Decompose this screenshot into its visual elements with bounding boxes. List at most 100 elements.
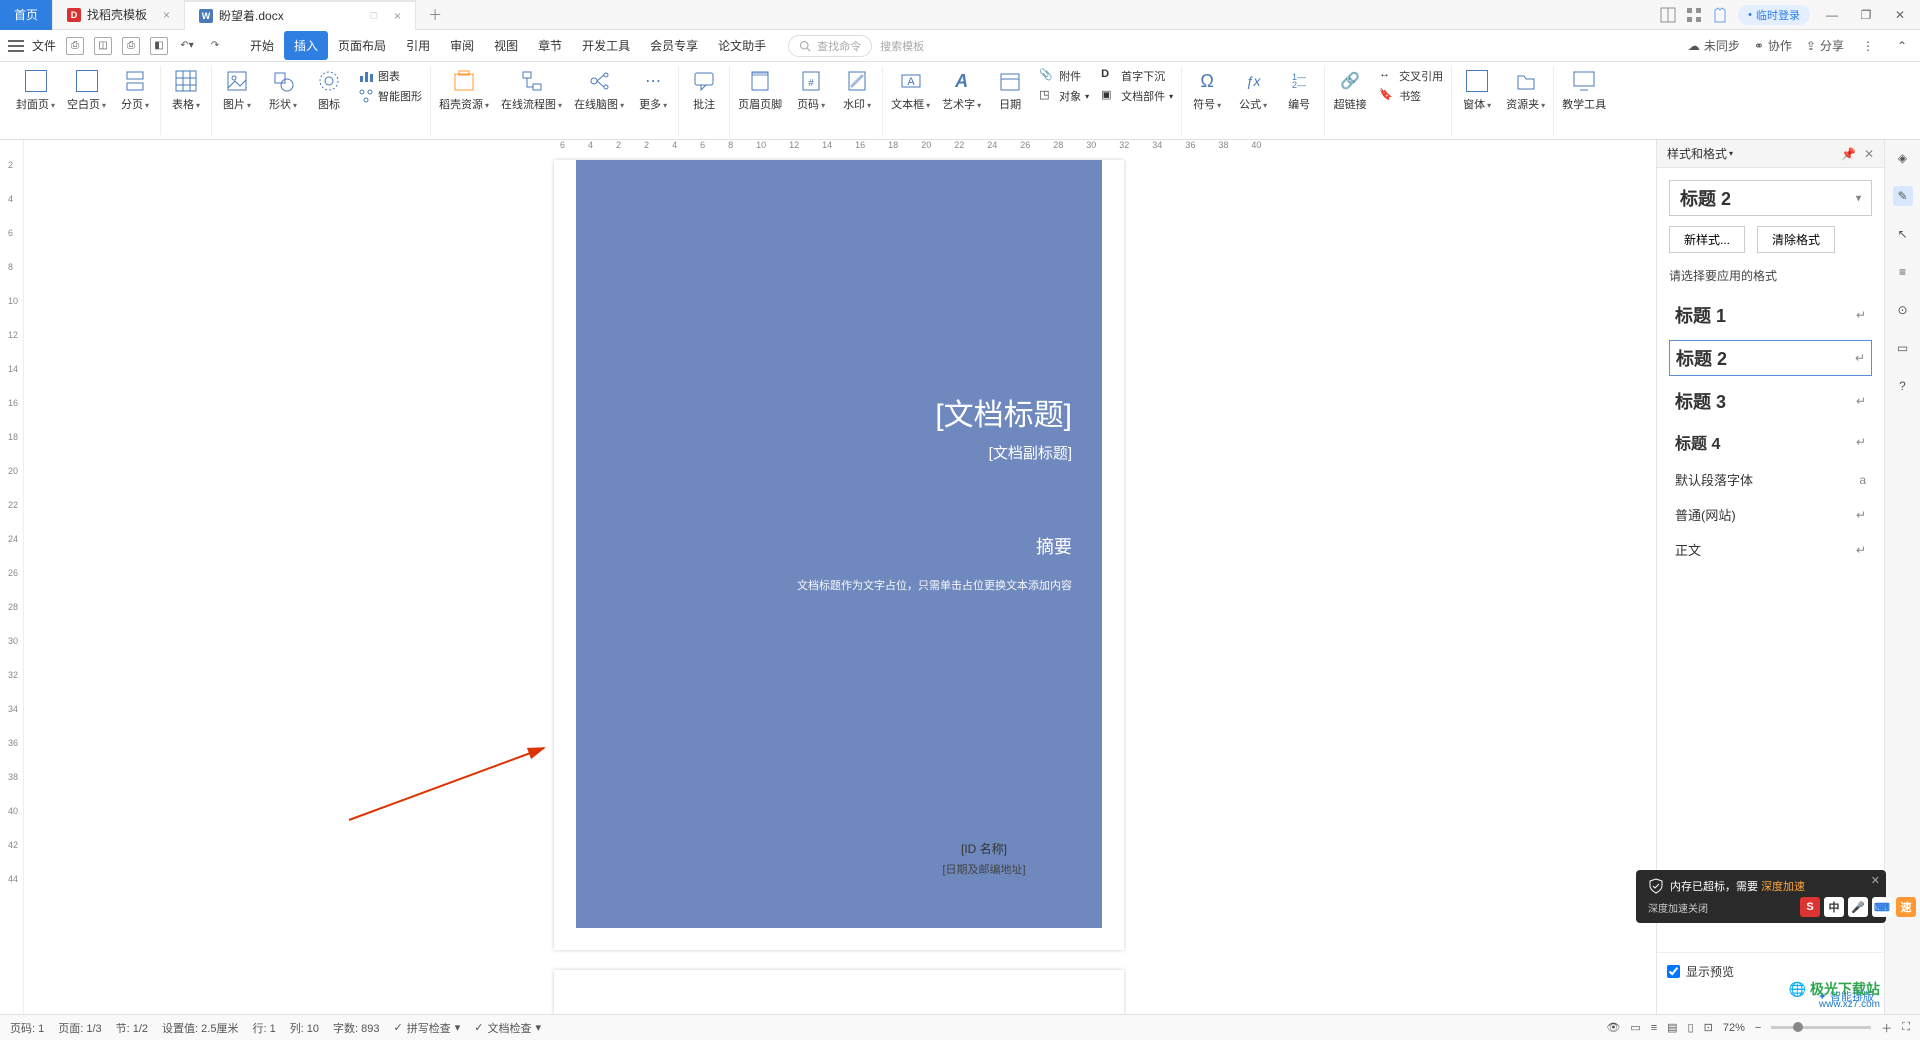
view-mode-icon[interactable]: 👁 (1606, 1021, 1620, 1034)
menu-tab-6[interactable]: 章节 (528, 31, 572, 60)
zoom-in-icon[interactable]: ＋ (1881, 1020, 1892, 1036)
asset-button[interactable]: 稻壳资源 (439, 68, 489, 112)
blank-page-button[interactable]: 空白页 (67, 68, 106, 112)
cover-title[interactable]: [文档标题] (935, 390, 1072, 434)
flowchart-button[interactable]: 在线流程图 (501, 68, 562, 112)
view-web-icon[interactable]: ≡ (1651, 1022, 1657, 1034)
toast-close-icon[interactable]: ✕ (1871, 874, 1880, 887)
menu-tab-9[interactable]: 论文助手 (708, 31, 776, 60)
menu-tab-5[interactable]: 视图 (484, 31, 528, 60)
skin-icon[interactable] (1712, 7, 1728, 23)
collapse-ribbon[interactable]: ⌃ (1892, 39, 1912, 53)
share-button[interactable]: ⇪ 分享 (1806, 37, 1844, 54)
style-item-6[interactable]: 正文↵ (1669, 536, 1872, 563)
resource-button[interactable]: 资源夹 (1506, 68, 1545, 112)
file-menu[interactable]: 文件 (32, 37, 56, 54)
cover-info[interactable]: [ID 名称] [日期及邮编地址] (884, 840, 1084, 877)
style-item-5[interactable]: 普通(网站)↵ (1669, 501, 1872, 528)
zoom-slider[interactable] (1771, 1026, 1871, 1029)
redo-icon[interactable]: ↷ (206, 37, 224, 55)
style-item-4[interactable]: 默认段落字体a (1669, 466, 1872, 493)
apps-icon[interactable] (1686, 7, 1702, 23)
abstract-heading[interactable]: 摘要 (1036, 533, 1072, 559)
minimize-button[interactable]: — (1820, 8, 1844, 22)
more-menu[interactable]: ⋮ (1858, 39, 1878, 53)
status-page-code[interactable]: 页码: 1 (10, 1020, 44, 1036)
pin-icon[interactable]: 📌 (1841, 147, 1856, 161)
sync-status[interactable]: ☁ 未同步 (1688, 37, 1740, 54)
status-section[interactable]: 节: 1/2 (116, 1020, 148, 1036)
coop-button[interactable]: ⚭ 协作 (1754, 37, 1792, 54)
date-button[interactable]: 日期 (993, 68, 1027, 112)
view-outline-icon[interactable]: ▤ (1667, 1021, 1677, 1034)
menu-tab-7[interactable]: 开发工具 (572, 31, 640, 60)
rail-outline-icon[interactable]: ≡ (1893, 262, 1913, 282)
undo-icon[interactable]: ↶▾ (178, 37, 196, 55)
abstract-body[interactable]: 文档标题作为文字占位，只需单击占位更换文本添加内容 (797, 577, 1072, 593)
header-footer-button[interactable]: 页眉页脚 (738, 68, 782, 112)
page-break-button[interactable]: 分页 (118, 68, 152, 112)
close-button[interactable]: ✕ (1888, 8, 1912, 22)
comment-button[interactable]: 批注 (687, 68, 721, 112)
zoom-fit-icon[interactable]: ⊡ (1704, 1021, 1713, 1034)
wordart-button[interactable]: A艺术字 (942, 68, 981, 112)
menu-tab-8[interactable]: 会员专享 (640, 31, 708, 60)
textbox-button[interactable]: A文本框 (891, 68, 930, 112)
mindmap-button[interactable]: 在线脑图 (574, 68, 624, 112)
rail-help-icon[interactable]: ? (1893, 376, 1913, 396)
spell-check-toggle[interactable]: ✓ 拼写检查 ▾ (394, 1020, 461, 1036)
more-button[interactable]: ⋯更多 (636, 68, 670, 112)
menu-tab-2[interactable]: 页面布局 (328, 31, 396, 60)
object-button[interactable]: ◳对象▾ (1039, 88, 1089, 104)
command-search[interactable]: 查找命令 (788, 35, 872, 57)
status-col[interactable]: 列: 10 (290, 1020, 319, 1036)
layout-icon[interactable] (1660, 7, 1676, 23)
current-style-dropdown[interactable]: 标题 2▾ (1669, 180, 1872, 216)
icon-button[interactable]: 图标 (312, 68, 346, 112)
smartart-button[interactable]: 智能图形 (358, 88, 422, 104)
view-read-icon[interactable]: ▯ (1688, 1021, 1694, 1034)
equation-button[interactable]: ƒx公式 (1236, 68, 1270, 112)
menu-tab-0[interactable]: 开始 (240, 31, 284, 60)
maximize-button[interactable]: ❐ (1854, 8, 1878, 22)
template-search[interactable]: 搜索模板 (880, 38, 924, 54)
style-item-2[interactable]: 标题 3↵ (1669, 384, 1872, 418)
status-pages[interactable]: 页面: 1/3 (58, 1020, 101, 1036)
show-preview-checkbox[interactable]: 显示预览 (1667, 963, 1874, 980)
tab-home[interactable]: 首页 (0, 0, 53, 30)
docparts-button[interactable]: ▣文档部件▾ (1101, 88, 1173, 104)
dropcap-button[interactable]: D首字下沉 (1101, 68, 1173, 84)
rail-template-icon[interactable]: ◈ (1893, 148, 1913, 168)
rail-select-icon[interactable]: ↖ (1893, 224, 1913, 244)
new-tab-button[interactable]: ＋ (416, 5, 454, 25)
style-item-1[interactable]: 标题 2↵ (1669, 340, 1872, 376)
form-button[interactable]: 窗体 (1460, 68, 1494, 112)
symbol-button[interactable]: Ω符号 (1190, 68, 1224, 112)
fullscreen-icon[interactable]: ⛶ (1902, 1021, 1910, 1034)
menu-icon[interactable] (8, 40, 24, 52)
login-button[interactable]: • 临时登录 (1738, 5, 1810, 25)
print-preview-icon[interactable]: ◫ (94, 37, 112, 55)
hyperlink-button[interactable]: 🔗超链接 (1333, 68, 1367, 112)
page-number-button[interactable]: #页码 (794, 68, 828, 112)
xref-button[interactable]: ↔交叉引用 (1379, 68, 1443, 84)
page-2[interactable]: 盼望着，盼望着……翘首以盼的新年近了。街市上车水马龙，人山人海，好不热闹。34 … (554, 970, 1124, 1014)
cover-page-button[interactable]: 封面页 (16, 68, 55, 112)
export-icon[interactable]: ◧ (150, 37, 168, 55)
watermark-button[interactable]: 水印 (840, 68, 874, 112)
rail-style-icon[interactable]: ✎ (1893, 186, 1913, 206)
status-row[interactable]: 行: 1 (252, 1020, 275, 1036)
zoom-out-icon[interactable]: − (1755, 1022, 1761, 1034)
page-1-cover[interactable]: [文档标题] [文档副标题] 摘要 文档标题作为文字占位，只需单击占位更换文本添… (554, 160, 1124, 950)
chart-button[interactable]: 图表 (358, 68, 422, 84)
menu-tab-4[interactable]: 审阅 (440, 31, 484, 60)
print-icon[interactable]: ⎙ (122, 37, 140, 55)
zoom-value[interactable]: 72% (1723, 1022, 1745, 1034)
style-item-0[interactable]: 标题 1↵ (1669, 298, 1872, 332)
bookmark-button[interactable]: 🔖书签 (1379, 88, 1443, 104)
menu-tab-1[interactable]: 插入 (284, 31, 328, 60)
rail-read-icon[interactable]: ▭ (1893, 338, 1913, 358)
number-button[interactable]: 1—2—编号 (1282, 68, 1316, 112)
toast-action-link[interactable]: 深度加速 (1761, 881, 1805, 893)
style-item-3[interactable]: 标题 4↵ (1669, 426, 1872, 458)
